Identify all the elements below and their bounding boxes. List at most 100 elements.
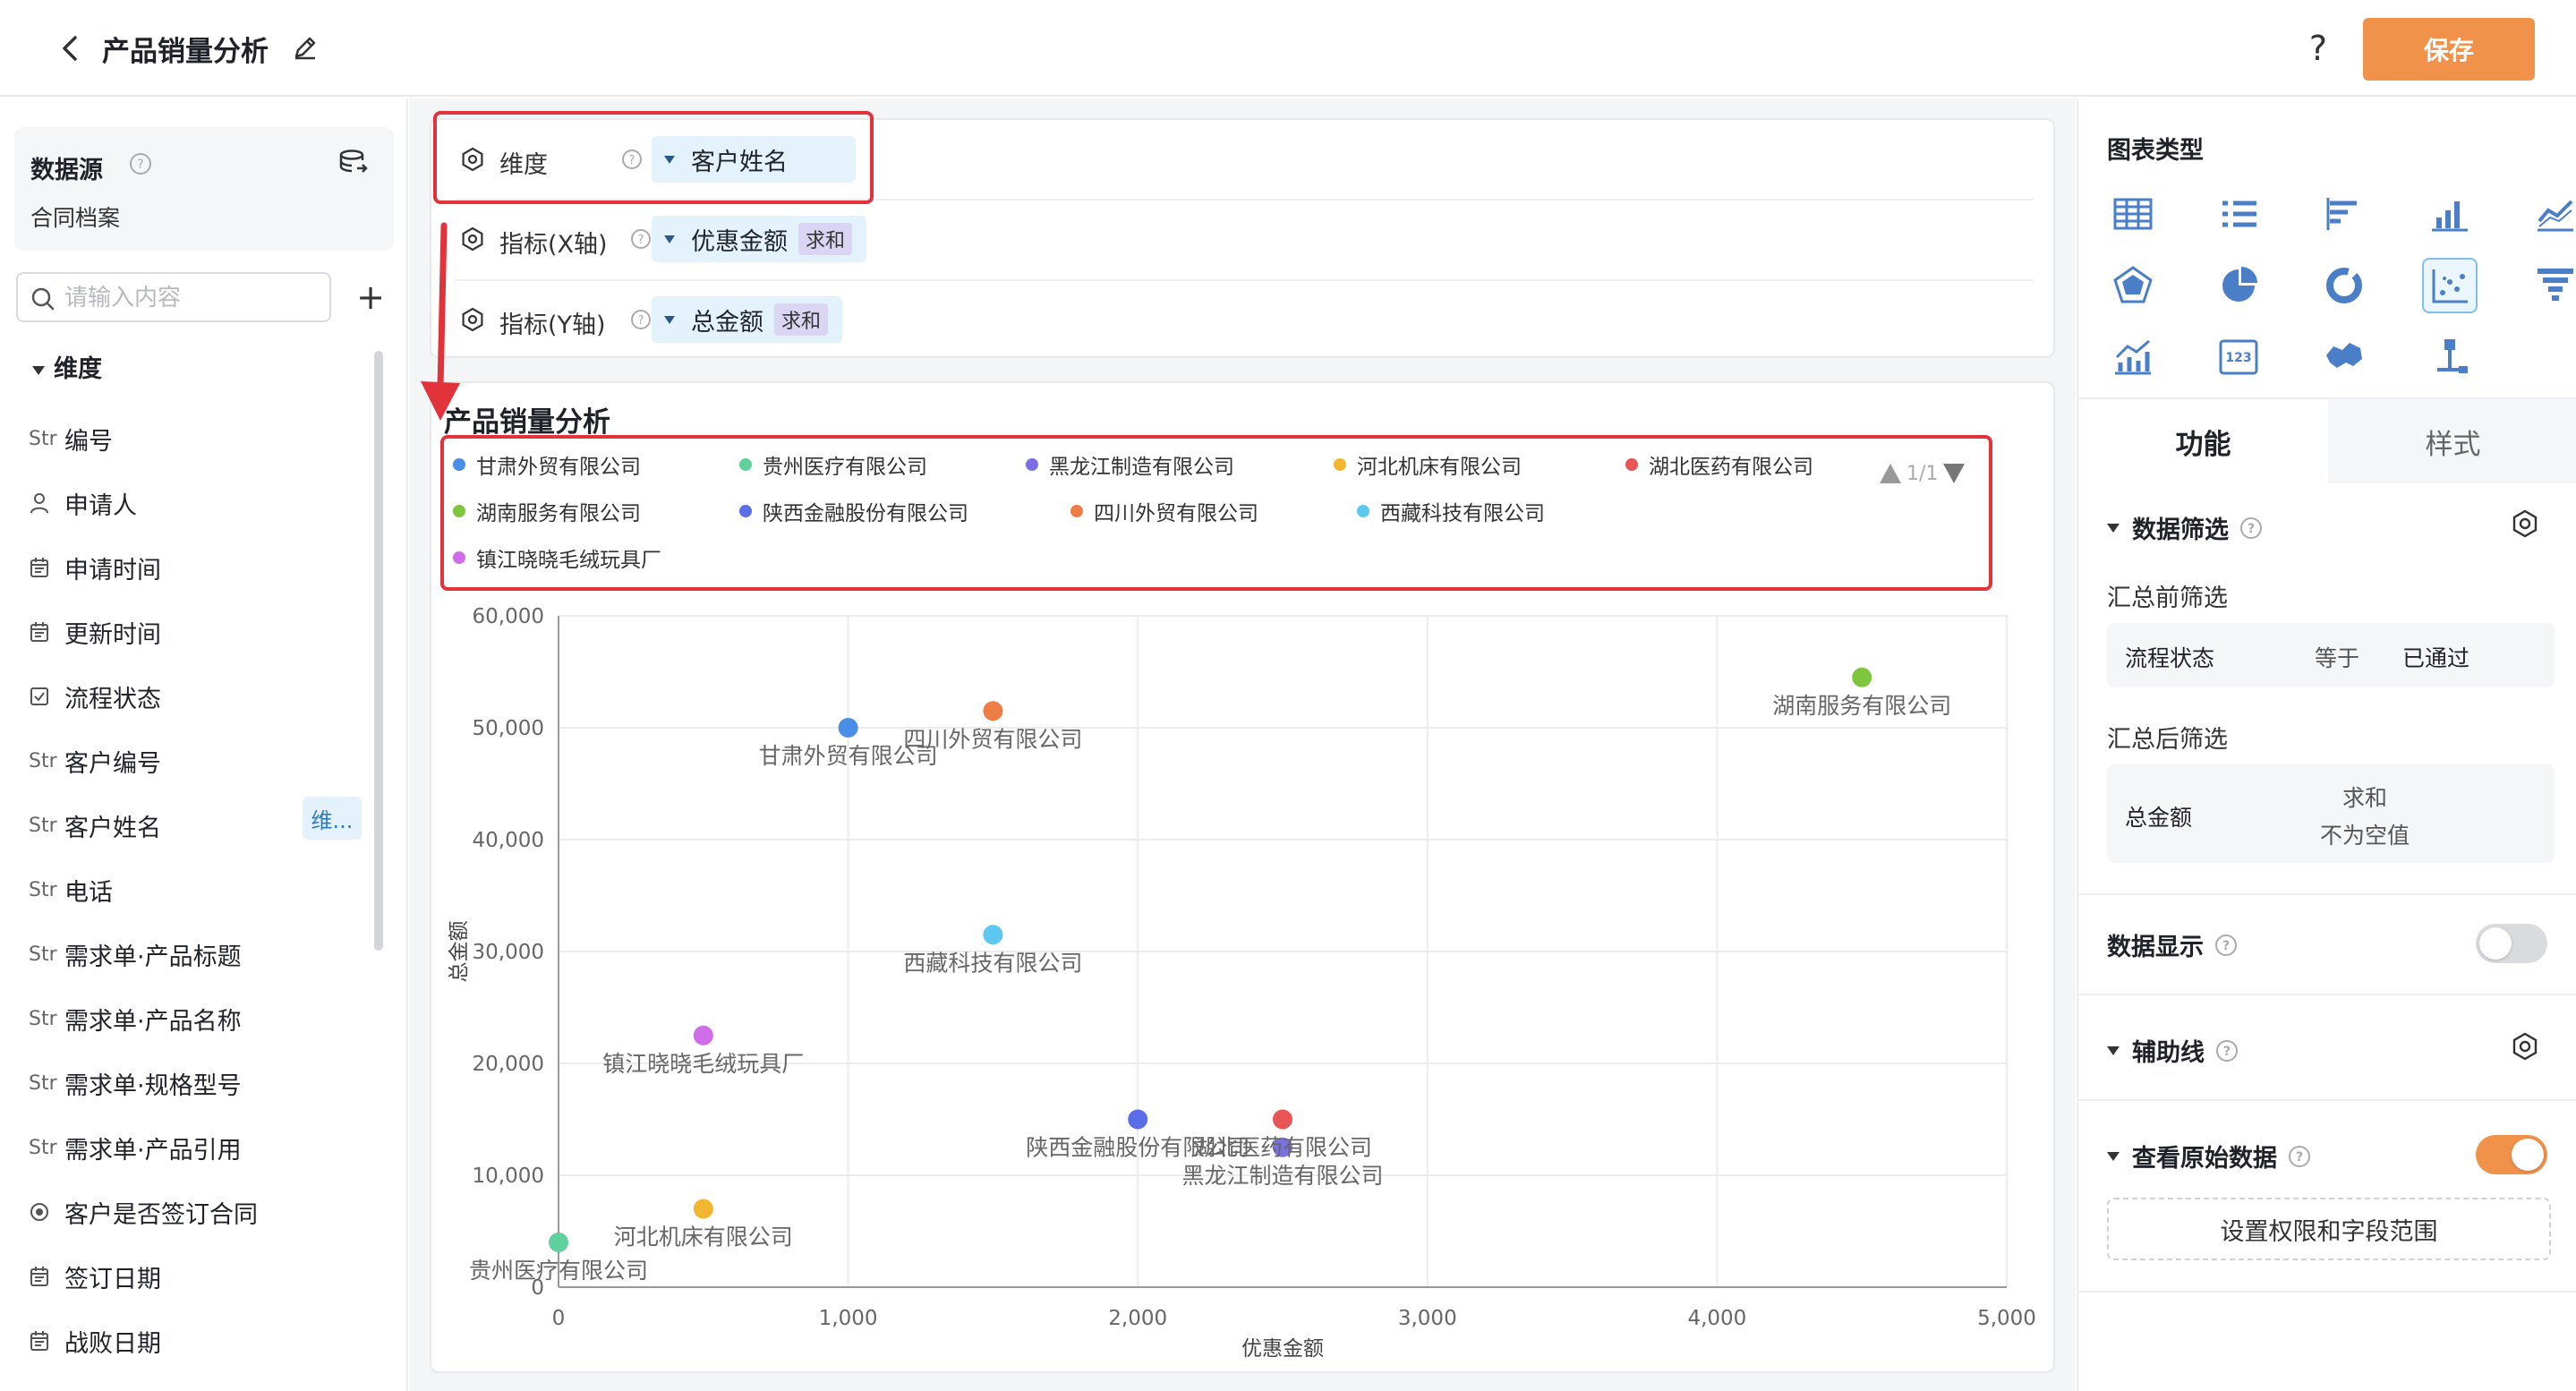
- dimension-label: 维度: [499, 151, 548, 179]
- svg-text:?: ?: [2223, 1045, 2231, 1059]
- y-tick-label: 60,000: [473, 605, 544, 628]
- toggle-knob: [2512, 1139, 2544, 1171]
- svg-text:?: ?: [638, 314, 644, 328]
- scatter-chart: 010,00020,00030,00040,00050,00060,0000 1,…: [448, 605, 2036, 1361]
- field-label: 战败日期: [64, 1329, 161, 1358]
- list-icon[interactable]: [2211, 186, 2266, 242]
- field-type-label: Str: [29, 814, 57, 837]
- field-item[interactable]: 申请人: [29, 483, 137, 523]
- help-circle-icon[interactable]: ?: [621, 149, 643, 174]
- back-icon[interactable]: [52, 30, 88, 66]
- legend-item[interactable]: 湖北医药有限公司: [1625, 449, 1813, 480]
- field-item[interactable]: Str 需求单·规格型号: [29, 1063, 242, 1103]
- legend-swatch: [739, 458, 752, 471]
- point-label: 湖南服务有限公司: [1772, 693, 1951, 719]
- field-item[interactable]: Str 客户编号: [29, 741, 161, 781]
- legend-item[interactable]: 湖南服务有限公司: [453, 496, 641, 526]
- field-item[interactable]: 流程状态: [29, 677, 161, 716]
- x-metric-pill[interactable]: 优惠金额 求和: [652, 216, 867, 262]
- help-icon[interactable]: ?: [2299, 29, 2338, 68]
- add-field-button[interactable]: +: [351, 277, 390, 317]
- field-search[interactable]: [16, 272, 331, 322]
- save-button[interactable]: 保存: [2363, 18, 2535, 81]
- view-raw-toggle[interactable]: [2476, 1135, 2547, 1174]
- field-item[interactable]: 申请时间: [29, 548, 161, 587]
- pre-filter-row[interactable]: 流程状态 等于 已通过: [2107, 623, 2555, 687]
- map-icon[interactable]: [2316, 329, 2372, 385]
- view-raw-section[interactable]: 查看原始数据 ?: [2107, 1139, 2311, 1173]
- field-item[interactable]: 战败日期: [29, 1321, 161, 1361]
- permission-range-button[interactable]: 设置权限和字段范围: [2107, 1198, 2551, 1260]
- edit-title-icon[interactable]: [292, 34, 320, 63]
- data-display-toggle[interactable]: [2476, 924, 2547, 963]
- y-tick-label: 10,000: [473, 1165, 544, 1188]
- help-circle-icon[interactable]: ?: [630, 309, 652, 334]
- scatter-point: [838, 718, 858, 738]
- legend-prev-icon[interactable]: [1878, 462, 1903, 485]
- tab-function[interactable]: 功能: [2078, 399, 2328, 483]
- horizontal-bar-icon[interactable]: [2316, 186, 2372, 242]
- dropdown-triangle-icon: [664, 155, 675, 164]
- field-item[interactable]: Str 编号: [29, 419, 113, 458]
- field-item[interactable]: Str 需求单·产品引用: [29, 1128, 242, 1167]
- filter-settings-icon[interactable]: [2510, 508, 2540, 542]
- help-circle-icon[interactable]: ?: [2239, 516, 2263, 540]
- funnel-icon[interactable]: [2528, 258, 2576, 313]
- point-label: 四川外贸有限公司: [903, 726, 1082, 752]
- data-filter-section[interactable]: 数据筛选 ?: [2107, 510, 2263, 545]
- field-type-label: Str: [29, 1007, 57, 1030]
- legend-label: 湖南服务有限公司: [476, 502, 641, 525]
- legend-item[interactable]: 贵州医疗有限公司: [739, 449, 927, 480]
- help-circle-icon[interactable]: ?: [129, 152, 152, 179]
- user-icon: [29, 491, 64, 515]
- aux-line-section[interactable]: 辅助线 ?: [2107, 1033, 2239, 1068]
- table-icon[interactable]: [2105, 186, 2161, 242]
- search-input[interactable]: [64, 281, 324, 315]
- pie-chart-icon[interactable]: [2211, 258, 2266, 313]
- combo-chart-icon[interactable]: [2105, 329, 2161, 385]
- field-item[interactable]: 更新时间: [29, 612, 161, 652]
- legend-item[interactable]: 西藏科技有限公司: [1357, 496, 1545, 526]
- tree-icon[interactable]: [2422, 329, 2478, 385]
- legend-item[interactable]: 黑龙江制造有限公司: [1026, 449, 1234, 480]
- legend-item[interactable]: 四川外贸有限公司: [1070, 496, 1258, 526]
- settings-icon[interactable]: [460, 147, 485, 175]
- dimension-badge: 维...: [303, 797, 362, 840]
- database-switch-icon[interactable]: [338, 149, 369, 179]
- legend-item[interactable]: 陕西金融股份有限公司: [739, 496, 968, 526]
- help-circle-icon[interactable]: ?: [2215, 1039, 2239, 1062]
- field-item[interactable]: Str 需求单·产品名称: [29, 999, 242, 1038]
- donut-chart-icon[interactable]: [2316, 258, 2372, 313]
- datasource-title: 数据源: [30, 157, 103, 184]
- field-item[interactable]: Str 需求单·产品标题: [29, 934, 242, 974]
- sidebar-scrollbar[interactable]: [374, 351, 383, 951]
- dimension-pill[interactable]: 客户姓名: [652, 136, 856, 183]
- radar-icon[interactable]: [2105, 258, 2161, 313]
- scatter-point: [1128, 1109, 1148, 1130]
- legend-next-icon[interactable]: [1941, 462, 1966, 485]
- help-circle-icon[interactable]: ?: [2288, 1145, 2311, 1168]
- legend-item[interactable]: 甘肃外贸有限公司: [453, 449, 641, 480]
- field-item[interactable]: 签订日期: [29, 1257, 161, 1296]
- svg-text:123: 123: [2225, 351, 2251, 365]
- field-item[interactable]: 客户是否签订合同: [29, 1192, 258, 1232]
- aux-line-settings-icon[interactable]: [2510, 1031, 2540, 1065]
- field-item[interactable]: Str 电话: [29, 870, 113, 909]
- config-panel: 维度 ? 客户姓名 指标(X轴) ? 优惠金额 求和 指标(Y轴) ? 总金额 求和: [430, 118, 2055, 358]
- checkbox-icon: [29, 685, 64, 708]
- help-circle-icon[interactable]: ?: [630, 228, 652, 253]
- bar-chart-icon[interactable]: [2422, 186, 2478, 242]
- scatter-chart-icon[interactable]: [2422, 258, 2478, 313]
- y-metric-pill[interactable]: 总金额 求和: [652, 296, 843, 343]
- tab-style[interactable]: 样式: [2328, 399, 2576, 483]
- post-filter-row[interactable]: 总金额 求和 不为空值: [2107, 764, 2555, 863]
- number-card-icon[interactable]: 123: [2211, 329, 2266, 385]
- legend-item[interactable]: 镇江晓晓毛绒玩具厂: [453, 542, 661, 573]
- dimension-group-header[interactable]: 维度: [32, 349, 102, 384]
- line-chart-icon[interactable]: [2528, 186, 2576, 242]
- field-label: 流程状态: [64, 685, 161, 713]
- field-item[interactable]: Str 客户姓名: [29, 806, 161, 845]
- legend-item[interactable]: 河北机床有限公司: [1334, 449, 1522, 480]
- help-circle-icon[interactable]: ?: [2214, 934, 2238, 957]
- legend-swatch: [453, 458, 465, 471]
